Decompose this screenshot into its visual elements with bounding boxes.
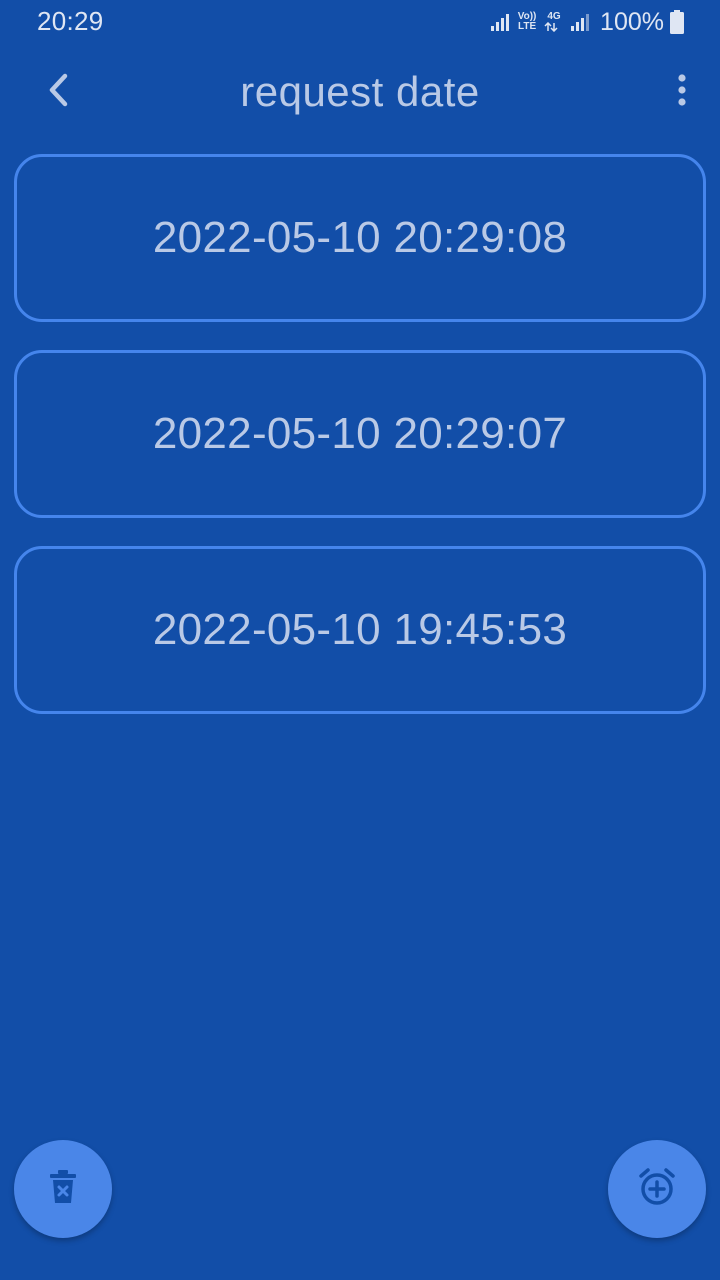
chevron-left-icon — [45, 72, 73, 113]
volte-label-bottom: LTE — [517, 21, 537, 32]
volte-indicator: Vo)) LTE — [516, 12, 538, 32]
network-label: 4G — [547, 11, 561, 22]
page-title: request date — [240, 68, 480, 115]
add-alarm-button[interactable] — [608, 1140, 706, 1238]
date-text: 2022-05-10 20:29:07 — [152, 409, 568, 458]
battery-icon — [670, 10, 684, 34]
more-vert-icon — [677, 73, 687, 111]
delete-all-button[interactable] — [14, 1140, 112, 1238]
trash-icon — [48, 1169, 78, 1210]
list-item[interactable]: 2022-05-10 20:29:08 — [14, 154, 706, 322]
app-bar: request date — [0, 52, 720, 132]
back-button[interactable] — [32, 66, 86, 118]
date-text: 2022-05-10 20:29:08 — [152, 213, 568, 262]
date-list: 2022-05-10 20:29:08 2022-05-10 20:29:07 … — [14, 154, 706, 742]
status-icons: Vo)) LTE 4G 100% — [490, 8, 684, 36]
date-text: 2022-05-10 19:45:53 — [152, 605, 568, 654]
alarm-add-icon — [637, 1167, 677, 1212]
screen: 20:29 Vo)) LTE 4G 100% request date 2022… — [0, 0, 720, 1280]
signal-icon-secondary — [570, 12, 590, 32]
status-time: 20:29 — [37, 6, 104, 36]
list-item[interactable]: 2022-05-10 20:29:07 — [14, 350, 706, 518]
signal-icon — [490, 12, 510, 32]
data-arrows-icon — [544, 22, 564, 32]
list-item[interactable]: 2022-05-10 19:45:53 — [14, 546, 706, 714]
more-options-button[interactable] — [662, 66, 702, 118]
network-indicator: 4G — [544, 12, 564, 32]
battery-percent: 100% — [600, 7, 664, 36]
status-bar: 20:29 Vo)) LTE 4G 100% — [0, 0, 720, 44]
